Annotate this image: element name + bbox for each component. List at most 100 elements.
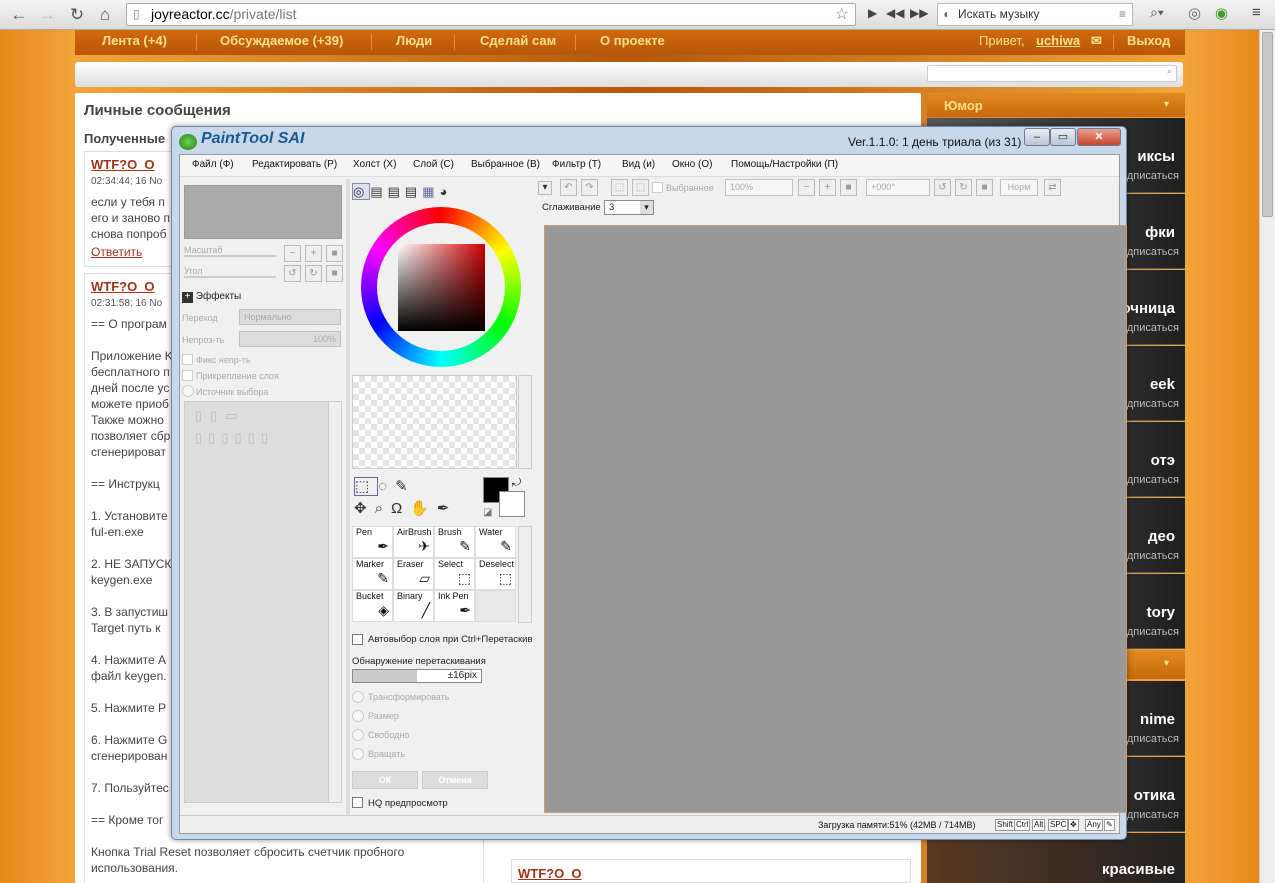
dropdown-icon[interactable]: ▾ (538, 181, 552, 195)
menu-item[interactable]: Выбранное (В) (471, 159, 540, 170)
subscribe-link[interactable]: дписаться (1127, 322, 1179, 334)
subscribe-link[interactable]: дписаться (1127, 550, 1179, 562)
mode-button[interactable]: Норм (1000, 179, 1038, 196)
nav-diy[interactable]: Сделай сам (480, 30, 556, 55)
media-play-icon[interactable]: ▶ (868, 6, 877, 20)
tool-ink-pen[interactable]: Ink Pen ✒ (434, 590, 475, 622)
layer-buttons-row2[interactable]: ▯▯▯▯▯▯ (195, 430, 274, 446)
layer-list[interactable]: ▯▯▭ ▯▯▯▯▯▯ (184, 401, 342, 803)
browser-menu-icon[interactable]: ≡ (1252, 4, 1261, 21)
size-radio[interactable] (352, 710, 364, 722)
redo-icon[interactable]: ↷ (581, 179, 598, 196)
scrollbar-thumb[interactable] (1262, 32, 1273, 217)
tool-bucket[interactable]: Bucket ◈ (352, 590, 393, 622)
selection-tools[interactable]: ⬚◌✎ ✥⌕Ω✋✒ (354, 476, 457, 520)
close-icon[interactable]: ✕ (1077, 128, 1121, 146)
menu-item[interactable]: Окно (О) (672, 159, 712, 170)
transform-radio[interactable] (352, 691, 364, 703)
chevron-down-icon[interactable]: ▾ (1164, 99, 1169, 110)
blend-select[interactable]: Нормально (239, 309, 341, 325)
subscribe-link[interactable]: дписаться (1127, 474, 1179, 486)
message-title[interactable]: WTF?O_O (91, 279, 155, 294)
selected-only-checkbox[interactable] (652, 182, 663, 193)
tool-deselect[interactable]: Deselect ⬚ (475, 558, 516, 590)
home-icon[interactable]: ⌂ (94, 4, 116, 26)
address-bar[interactable]: ▯ joyreactor.cc/private/list ☆ (126, 3, 856, 26)
search-icon[interactable]: ⌕▾ (1150, 4, 1164, 21)
subscribe-link[interactable]: дписаться (1127, 398, 1179, 410)
extension-green-icon[interactable]: ◉ (1215, 4, 1228, 22)
nav-about[interactable]: О проекте (600, 30, 665, 55)
chevron-down-icon[interactable]: ▾ (1164, 658, 1169, 669)
drag-detect-slider[interactable]: ±16pix (352, 669, 482, 683)
effects-toggle[interactable]: + Эффекты (182, 291, 241, 303)
zoom-select[interactable]: 100% (725, 179, 793, 196)
message-title[interactable]: WTF?O_O (518, 866, 582, 881)
tool-brush[interactable]: Brush ✎ (434, 526, 475, 558)
cancel-button[interactable]: Отмена (422, 771, 488, 789)
tool-water[interactable]: Water ✎ (475, 526, 516, 558)
page-scrollbar[interactable] (1259, 30, 1275, 883)
rotate-left-icon[interactable]: ↺ (284, 265, 301, 282)
ok-button[interactable]: ОК (352, 771, 418, 789)
rotate-right-icon[interactable]: ↻ (305, 265, 322, 282)
maximize-icon[interactable]: ▭ (1050, 128, 1076, 146)
menu-item[interactable]: Слой (С) (413, 159, 454, 170)
smoothing-select[interactable]: 3 ▾ (604, 200, 654, 215)
swap-colors-icon[interactable]: ⤾ (512, 477, 521, 490)
undo-icon[interactable]: ↶ (560, 179, 577, 196)
scale-slider[interactable] (184, 255, 276, 257)
site-search-input[interactable]: ⌕ (927, 65, 1177, 82)
back-icon[interactable]: ← (8, 4, 30, 26)
logout-link[interactable]: Выход (1127, 30, 1170, 55)
nav-feed[interactable]: Лента (+4) (102, 30, 167, 55)
secondary-color-swatch[interactable] (499, 491, 525, 517)
reload-icon[interactable]: ↻ (66, 4, 88, 26)
hq-preview-checkbox[interactable] (352, 797, 363, 808)
minimize-icon[interactable]: – (1024, 128, 1050, 146)
rotate-left-icon[interactable]: ↺ (934, 179, 951, 196)
bookmark-star-icon[interactable]: ☆ (835, 4, 849, 25)
menu-item[interactable]: Фильтр (Т) (552, 159, 601, 170)
zoom-in-icon[interactable]: + (305, 245, 322, 262)
scratchpad[interactable] (352, 375, 517, 469)
menu-item[interactable]: Помощь/Настройки (П) (731, 159, 838, 170)
selection-source-radio[interactable] (182, 385, 194, 397)
free-radio[interactable] (352, 729, 364, 741)
clip-layer-checkbox[interactable] (182, 370, 193, 381)
subscribe-link[interactable]: дписаться (1127, 170, 1179, 182)
menu-item[interactable]: Вид (и) (622, 159, 655, 170)
media-next-icon[interactable]: ▶▶ (910, 6, 928, 20)
rotate-right-icon[interactable]: ↻ (955, 179, 972, 196)
subscribe-link[interactable]: дписаться (1127, 626, 1179, 638)
angle-slider[interactable] (184, 276, 276, 278)
nav-discussed[interactable]: Обсуждаемое (+39) (220, 30, 343, 55)
tool-binary[interactable]: Binary ╱ (393, 590, 434, 622)
invert-selection-icon[interactable]: ⬚ (632, 179, 649, 196)
reply-link[interactable]: Ответить (91, 245, 142, 259)
fix-opacity-checkbox[interactable] (182, 354, 193, 365)
rotate-reset-icon[interactable]: ■ (976, 179, 993, 196)
tool-select[interactable]: Select ⬚ (434, 558, 475, 590)
extension-icon[interactable]: ◎ (1188, 4, 1201, 22)
deselect-icon[interactable]: ⬚ (611, 179, 628, 196)
zoom-out-icon[interactable]: − (284, 245, 301, 262)
opacity-slider[interactable]: 100% (239, 331, 341, 347)
hue-ring[interactable] (361, 207, 521, 367)
menu-lines-icon[interactable]: ≡ (1119, 4, 1126, 25)
message-title[interactable]: WTF?O_O (91, 157, 155, 172)
forward-icon[interactable]: → (36, 4, 58, 26)
reset-colors-icon[interactable]: ◪ (483, 507, 492, 518)
media-prev-icon[interactable]: ◀◀ (886, 6, 904, 20)
angle-select[interactable]: +000° (866, 179, 930, 196)
search-icon[interactable]: ⌕ (1167, 66, 1172, 77)
menu-item[interactable]: Холст (Х) (353, 159, 396, 170)
rotate-radio[interactable] (352, 748, 364, 760)
zoom-reset-icon[interactable]: ■ (840, 179, 857, 196)
zoom-in-icon[interactable]: + (819, 179, 836, 196)
username-link[interactable]: uchiwa (1036, 30, 1080, 55)
tool-pen[interactable]: Pen ✒ (352, 526, 393, 558)
saturation-value-square[interactable] (398, 244, 485, 331)
mail-icon[interactable]: ✉ (1091, 30, 1102, 55)
zoom-reset-icon[interactable]: ■ (326, 245, 343, 262)
